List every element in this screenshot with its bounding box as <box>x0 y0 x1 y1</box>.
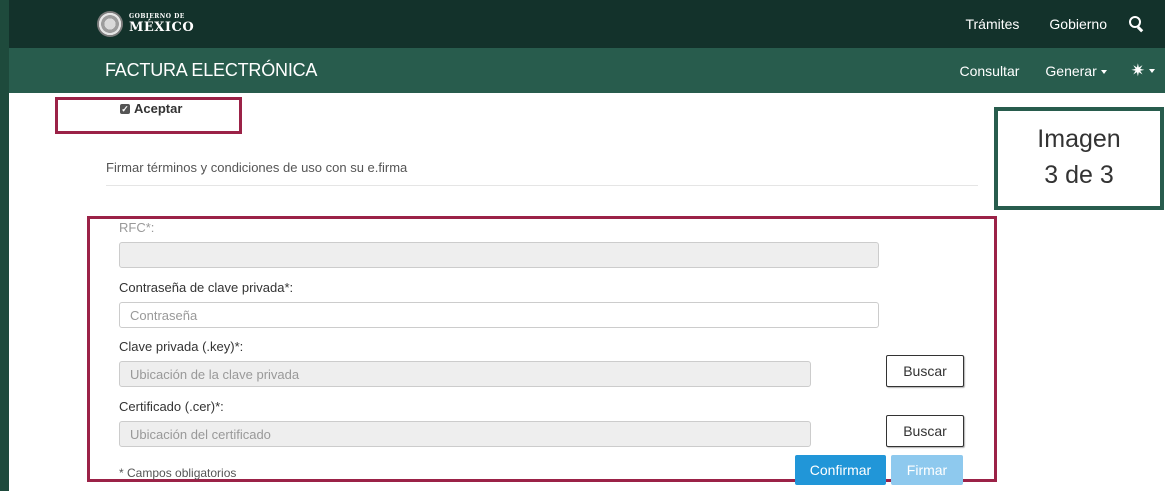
key-file-field[interactable]: Ubicación de la clave privada <box>119 361 811 387</box>
national-seal-icon <box>97 11 123 37</box>
confirm-button[interactable]: Confirmar <box>795 455 886 485</box>
menu-generar-label: Generar <box>1045 62 1097 79</box>
accept-checkbox[interactable]: ✓ Aceptar <box>120 101 182 116</box>
government-header: GOBIERNO DE MÉXICO Trámites Gobierno <box>9 0 1165 48</box>
password-label: Contraseña de clave privada*: <box>119 280 294 295</box>
page-border <box>0 0 9 491</box>
sign-button[interactable]: Firmar <box>891 455 963 485</box>
app-title[interactable]: FACTURA ELECTRÓNICA <box>105 60 317 81</box>
chevron-down-icon <box>1100 69 1107 74</box>
accept-label: Aceptar <box>134 101 183 116</box>
browse-cert-button[interactable]: Buscar <box>886 415 964 447</box>
search-icon[interactable] <box>1129 16 1145 33</box>
callout-line-2: 3 de 3 <box>1044 161 1114 189</box>
required-fields-note: * Campos obligatorios <box>119 466 237 480</box>
section-title: Firmar términos y condiciones de uso con… <box>106 160 408 175</box>
menu-consultar[interactable]: Consultar <box>959 63 1019 79</box>
logo-title: MÉXICO <box>129 20 195 35</box>
app-navbar: FACTURA ELECTRÓNICA Consultar Generar ✷ <box>9 48 1165 93</box>
divider <box>106 185 978 186</box>
checkbox-checked-icon: ✓ <box>120 103 130 114</box>
menu-generar[interactable]: Generar <box>1045 62 1107 79</box>
callout-line-1: Imagen <box>1037 125 1121 153</box>
password-field[interactable]: Contraseña <box>119 302 879 328</box>
image-counter-callout: Imagen 3 de 3 <box>994 107 1164 210</box>
gobierno-logo[interactable]: GOBIERNO DE MÉXICO <box>97 11 194 37</box>
browse-key-button[interactable]: Buscar <box>886 355 964 387</box>
link-tramites[interactable]: Trámites <box>965 16 1019 32</box>
cert-label: Certificado (.cer)*: <box>119 399 224 414</box>
rfc-label: RFC*: <box>119 220 155 235</box>
gear-icon[interactable]: ✷ <box>1131 61 1155 81</box>
link-gobierno[interactable]: Gobierno <box>1049 16 1107 32</box>
key-label: Clave privada (.key)*: <box>119 339 244 354</box>
cert-file-field[interactable]: Ubicación del certificado <box>119 421 811 447</box>
chevron-down-icon <box>1149 68 1155 73</box>
rfc-field[interactable] <box>119 242 879 268</box>
